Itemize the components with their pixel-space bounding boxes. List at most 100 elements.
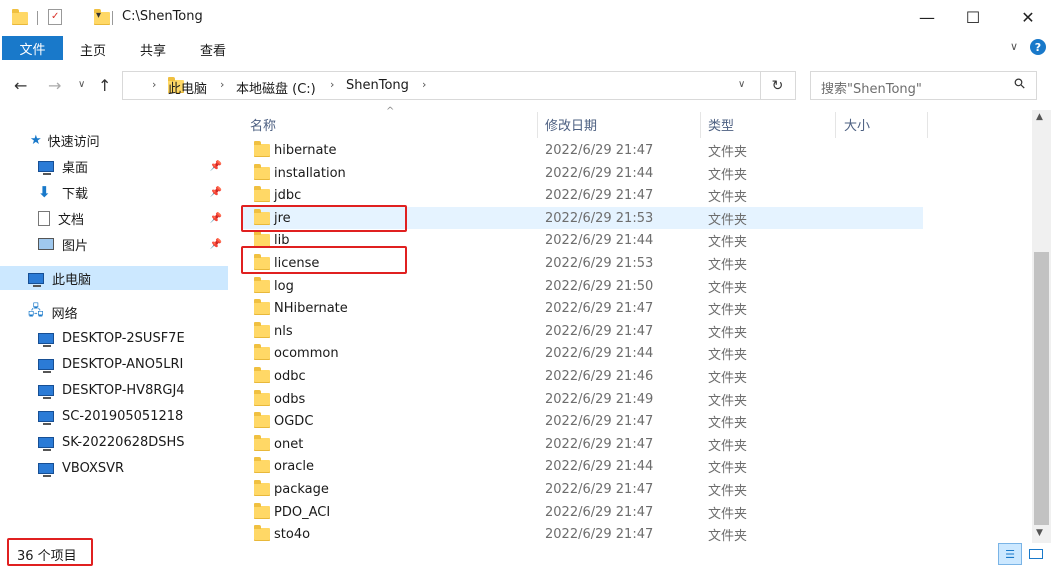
column-divider[interactable] [927, 112, 928, 138]
minimize-button[interactable]: — [904, 0, 950, 35]
column-divider[interactable] [700, 112, 701, 138]
folder-icon [254, 367, 270, 383]
table-row[interactable]: OGDC 2022/6/29 21:47 文件夹 [243, 410, 923, 432]
pin-icon[interactable]: 📌 [210, 213, 222, 224]
sidebar-item-label: 快速访问 [47, 134, 100, 150]
sidebar-item-quick-access[interactable]: ★ 快速访问 [0, 128, 228, 152]
table-row[interactable]: NHibernate 2022/6/29 21:47 文件夹 [243, 297, 923, 319]
file-type: 文件夹 [708, 257, 748, 273]
details-view-button[interactable]: ☰ [998, 543, 1022, 565]
breadcrumb-separator[interactable]: › [330, 78, 334, 91]
table-row[interactable]: ocommon 2022/6/29 21:44 文件夹 [243, 342, 923, 364]
recent-locations-button[interactable]: ∨ [78, 79, 85, 90]
file-name: nls [274, 323, 293, 339]
sidebar-item-this-pc[interactable]: 此电脑 [0, 266, 228, 290]
file-type: 文件夹 [708, 415, 748, 431]
file-name: odbc [274, 368, 306, 384]
customize-quick-access-icon[interactable]: ▾ [96, 10, 101, 21]
sidebar-item-label: SK-20220628DSHS [62, 434, 185, 450]
sidebar-item-desktop[interactable]: 桌面 📌 [0, 154, 228, 178]
breadcrumb-this-pc[interactable]: 此电脑 [168, 78, 207, 97]
divider [37, 11, 38, 25]
file-modified-date: 2022/6/29 21:47 [545, 481, 654, 497]
back-button[interactable]: ← [14, 76, 27, 95]
refresh-button[interactable]: ↻ [760, 71, 796, 100]
sidebar-item-documents[interactable]: 文档 📌 [0, 206, 228, 230]
file-name: jdbc [274, 187, 302, 203]
table-row[interactable]: jdbc 2022/6/29 21:47 文件夹 [243, 184, 923, 206]
folder-icon [254, 480, 270, 496]
breadcrumb-local-disk[interactable]: 本地磁盘 (C:) [236, 78, 316, 97]
sidebar-item-network[interactable]: 🖧 网络 [0, 300, 228, 324]
folder-icon [254, 525, 270, 541]
table-row[interactable]: odbc 2022/6/29 21:46 文件夹 [243, 365, 923, 387]
column-divider[interactable] [537, 112, 538, 138]
desktop-icon [38, 160, 54, 175]
sidebar-item-label: 此电脑 [52, 272, 92, 288]
tab-view[interactable]: 查看 [200, 40, 226, 59]
maximize-button[interactable]: ☐ [950, 0, 996, 35]
breadcrumb-separator[interactable]: › [152, 78, 156, 91]
scroll-up-arrow-icon[interactable]: ▲ [1036, 112, 1043, 122]
table-row[interactable]: nls 2022/6/29 21:47 文件夹 [243, 320, 923, 342]
sidebar-item-network-computer[interactable]: DESKTOP-ANO5LRI [0, 352, 228, 376]
expand-ribbon-icon[interactable]: ∨ [1010, 40, 1018, 53]
sidebar-item-pictures[interactable]: 图片 📌 [0, 232, 228, 256]
file-type: 文件夹 [708, 280, 748, 296]
table-row[interactable]: PDO_ACI 2022/6/29 21:47 文件夹 [243, 501, 923, 523]
column-header-name[interactable]: 名称 [250, 110, 536, 138]
column-header-type[interactable]: 类型 [708, 110, 833, 138]
large-icons-view-button[interactable] [1025, 543, 1047, 565]
item-count: 36 个项目 [17, 549, 77, 564]
table-row[interactable]: oracle 2022/6/29 21:44 文件夹 [243, 455, 923, 477]
folder-icon [254, 299, 270, 315]
sidebar-item-downloads[interactable]: ⬇ 下载 📌 [0, 180, 228, 204]
pin-icon[interactable]: 📌 [210, 187, 222, 198]
table-row[interactable]: installation 2022/6/29 21:44 文件夹 [243, 162, 923, 184]
up-button[interactable]: ↑ [98, 76, 111, 95]
column-header-modified[interactable]: 修改日期 [545, 110, 700, 138]
folder-icon [254, 141, 270, 157]
address-dropdown-button[interactable]: ∨ [738, 79, 745, 90]
file-name: oracle [274, 458, 315, 474]
folder-icon [254, 164, 270, 180]
file-name: odbs [274, 391, 306, 407]
sidebar-item-network-computer[interactable]: SK-20220628DSHS [0, 430, 228, 454]
scroll-down-arrow-icon[interactable]: ▼ [1036, 528, 1043, 538]
breadcrumb-shentong[interactable]: ShenTong [346, 78, 409, 93]
table-row[interactable]: sto4o 2022/6/29 21:47 文件夹 [243, 523, 923, 545]
close-button[interactable]: ✕ [1005, 0, 1051, 35]
pin-icon[interactable]: 📌 [210, 161, 222, 172]
pin-icon[interactable]: 📌 [210, 239, 222, 250]
column-header-size[interactable]: 大小 [844, 110, 929, 138]
column-divider[interactable] [835, 112, 836, 138]
sidebar-item-network-computer[interactable]: DESKTOP-HV8RGJ4 [0, 378, 228, 402]
file-modified-date: 2022/6/29 21:50 [545, 278, 654, 294]
table-row[interactable]: onet 2022/6/29 21:47 文件夹 [243, 433, 923, 455]
sidebar-item-network-computer[interactable]: SC-201905051218 [0, 404, 228, 428]
highlight-box [241, 246, 407, 274]
column-header-label: 大小 [844, 118, 871, 134]
file-name: onet [274, 436, 304, 452]
properties-icon[interactable]: ✓ [48, 9, 62, 25]
table-row[interactable]: package 2022/6/29 21:47 文件夹 [243, 478, 923, 500]
breadcrumb-separator[interactable]: › [220, 78, 224, 91]
sidebar-item-label: 网络 [51, 306, 78, 322]
tab-share[interactable]: 共享 [140, 40, 166, 59]
address-bar[interactable] [122, 71, 761, 100]
computer-icon [38, 436, 54, 451]
help-icon[interactable]: ? [1030, 39, 1046, 55]
download-icon: ⬇ [38, 183, 51, 201]
table-row[interactable]: odbs 2022/6/29 21:49 文件夹 [243, 388, 923, 410]
table-row[interactable]: log 2022/6/29 21:50 文件夹 [243, 275, 923, 297]
sidebar-item-network-computer[interactable]: DESKTOP-2SUSF7E [0, 326, 228, 350]
table-row[interactable]: hibernate 2022/6/29 21:47 文件夹 [243, 139, 923, 161]
sidebar-item-network-computer[interactable]: VBOXSVR [0, 456, 228, 480]
tab-home[interactable]: 主页 [80, 40, 106, 59]
breadcrumb-separator[interactable]: › [422, 78, 426, 91]
forward-button[interactable]: → [48, 76, 61, 95]
file-modified-date: 2022/6/29 21:46 [545, 368, 654, 384]
scrollbar-thumb[interactable] [1034, 252, 1049, 525]
file-tab[interactable]: 文件 [2, 36, 63, 60]
status-bar [0, 543, 1051, 567]
